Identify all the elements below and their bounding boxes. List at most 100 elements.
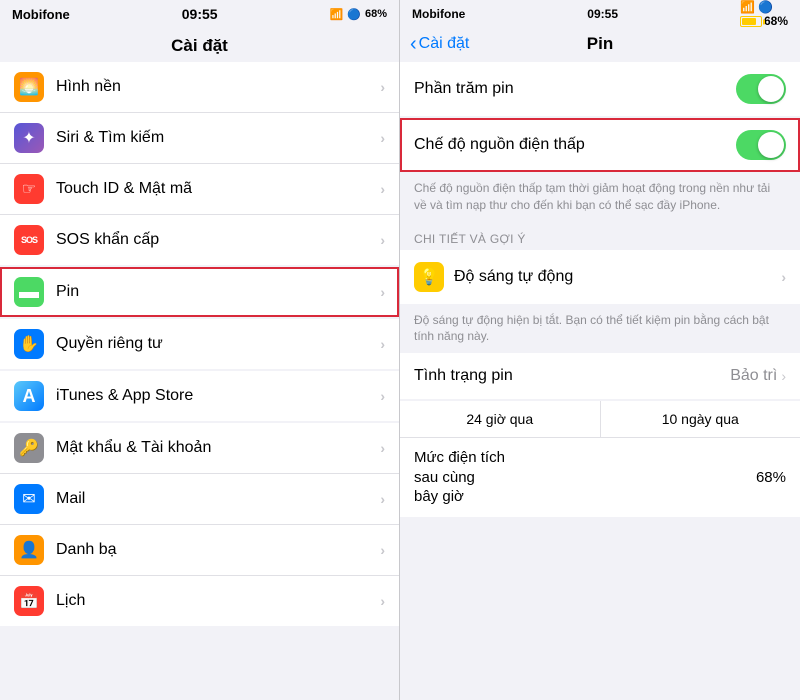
right-carrier: Mobifone — [412, 7, 465, 21]
quyen-label: Quyền riêng tư — [56, 335, 380, 353]
back-chevron-icon: ‹ — [410, 34, 417, 54]
danh-ba-icon: 👤 — [14, 535, 44, 565]
settings-item-mat-khau[interactable]: 🔑 Mật khẩu & Tài khoản › — [0, 423, 399, 474]
settings-item-quyen[interactable]: ✋ Quyền riêng tư › — [0, 319, 399, 369]
siri-chevron: › — [380, 130, 385, 146]
settings-group-1: 🌅 Hình nền › ✦ Siri & Tìm kiếm › ☞ Touch… — [0, 62, 399, 265]
mat-khau-icon: 🔑 — [14, 433, 44, 463]
left-status-bar: Mobifone 09:55 📶 🔵 68% — [0, 0, 399, 28]
battery-level-line1: Mức điện tích — [414, 449, 505, 466]
settings-item-lich[interactable]: 📅 Lịch › — [0, 576, 399, 626]
mail-chevron: › — [380, 491, 385, 507]
itunes-chevron: › — [380, 388, 385, 404]
pin-chevron: › — [380, 284, 385, 300]
right-battery-text: 68% — [740, 14, 788, 28]
right-time: 09:55 — [587, 7, 618, 21]
sos-icon: SOS — [14, 225, 44, 255]
hinh-nen-chevron: › — [380, 79, 385, 95]
left-page-title: Cài đặt — [0, 28, 399, 62]
settings-item-siri[interactable]: ✦ Siri & Tìm kiếm › — [0, 113, 399, 164]
settings-item-danh-ba[interactable]: 👤 Danh bạ › — [0, 525, 399, 576]
quyen-chevron: › — [380, 336, 385, 352]
lich-icon: 📅 — [14, 586, 44, 616]
left-indicators: 📶 🔵 68% — [330, 8, 387, 21]
tab-10days[interactable]: 10 ngày qua — [601, 401, 800, 437]
chi-tiet-section-header: CHI TIẾT VÀ GỢI Ý — [400, 222, 800, 250]
left-time: 09:55 — [182, 6, 218, 22]
settings-item-touch-id[interactable]: ☞ Touch ID & Mật mã › — [0, 164, 399, 215]
touch-id-icon: ☞ — [14, 174, 44, 204]
right-panel: Mobifone 09:55 📶 🔵 68% ‹ Cài đặt Pin Phầ… — [400, 0, 800, 700]
phan-tram-pin-toggle-knob — [758, 76, 784, 102]
itunes-icon: A — [14, 381, 44, 411]
right-indicators: 📶 🔵 68% — [740, 0, 788, 28]
settings-item-sos[interactable]: SOS SOS khẩn cấp › — [0, 215, 399, 265]
settings-item-hinh-nen[interactable]: 🌅 Hình nền › — [0, 62, 399, 113]
battery-level-label: Mức điện tích sau cùng bây giờ — [414, 448, 505, 507]
lich-label: Lịch — [56, 592, 380, 610]
settings-list: 🌅 Hình nền › ✦ Siri & Tìm kiếm › ☞ Touch… — [0, 62, 399, 700]
tab-24h[interactable]: 24 giờ qua — [400, 401, 601, 437]
danh-ba-chevron: › — [380, 542, 385, 558]
battery-level-row: Mức điện tích sau cùng bây giờ 68% — [400, 438, 800, 517]
settings-group-2: ▬ Pin › — [0, 267, 399, 317]
che-do-nguon-item: Chế độ nguồn điện thấp — [400, 118, 800, 172]
tinh-trang-value: Bảo trì — [730, 367, 777, 385]
battery-icon — [740, 14, 762, 28]
itunes-label: iTunes & App Store — [56, 387, 380, 405]
phan-tram-pin-section: Phần trăm pin — [400, 62, 800, 116]
right-status-bar: Mobifone 09:55 📶 🔵 68% — [400, 0, 800, 28]
back-button[interactable]: ‹ Cài đặt — [410, 34, 469, 54]
tinh-trang-section: Tình trạng pin Bảo trì › — [400, 353, 800, 399]
siri-icon: ✦ — [14, 123, 44, 153]
settings-item-mail[interactable]: ✉ Mail › — [0, 474, 399, 525]
do-sang-label: Độ sáng tự động — [454, 268, 781, 286]
settings-item-pin[interactable]: ▬ Pin › — [0, 267, 399, 317]
quyen-icon: ✋ — [14, 329, 44, 359]
battery-level-value: 68% — [756, 469, 786, 486]
battery-level-line2: sau cùng — [414, 469, 475, 486]
left-carrier: Mobifone — [12, 7, 70, 22]
battery-text: 68% — [365, 8, 387, 20]
tinh-trang-item[interactable]: Tình trạng pin Bảo trì › — [400, 353, 800, 399]
left-panel: Mobifone 09:55 📶 🔵 68% Cài đặt 🌅 Hình nề… — [0, 0, 400, 700]
lich-chevron: › — [380, 593, 385, 609]
touch-id-chevron: › — [380, 181, 385, 197]
do-sang-item[interactable]: 💡 Độ sáng tự động › — [400, 250, 800, 304]
right-wifi-icon: 🔵 — [758, 0, 773, 14]
tinh-trang-chevron: › — [781, 368, 786, 384]
do-sang-chevron: › — [781, 269, 786, 285]
mail-icon: ✉ — [14, 484, 44, 514]
signal-icon: 📶 — [330, 8, 344, 21]
do-sang-section: 💡 Độ sáng tự động › — [400, 250, 800, 304]
battery-level-line3: bây giờ — [414, 488, 464, 505]
phan-tram-pin-toggle[interactable] — [736, 74, 786, 104]
phan-tram-pin-label: Phần trăm pin — [414, 80, 736, 98]
hinh-nen-label: Hình nền — [56, 78, 380, 96]
che-do-nguon-label: Chế độ nguồn điện thấp — [414, 136, 736, 154]
hinh-nen-icon: 🌅 — [14, 72, 44, 102]
do-sang-description: Độ sáng tự động hiện bị tắt. Bạn có thể … — [400, 306, 800, 354]
sos-label: SOS khẩn cấp — [56, 231, 380, 249]
settings-item-itunes[interactable]: A iTunes & App Store › — [0, 371, 399, 421]
right-page-title: Pin — [587, 34, 613, 54]
che-do-nguon-toggle-knob — [758, 132, 784, 158]
mat-khau-chevron: › — [380, 440, 385, 456]
settings-group-5: 🔑 Mật khẩu & Tài khoản › ✉ Mail › 👤 Danh… — [0, 423, 399, 626]
che-do-nguon-section: Chế độ nguồn điện thấp — [400, 118, 800, 172]
mail-label: Mail — [56, 490, 380, 508]
danh-ba-label: Danh bạ — [56, 541, 380, 559]
siri-label: Siri & Tìm kiếm — [56, 129, 380, 147]
phan-tram-pin-item: Phần trăm pin — [400, 62, 800, 116]
settings-group-3: ✋ Quyền riêng tư › — [0, 319, 399, 369]
right-header: ‹ Cài đặt Pin — [400, 28, 800, 62]
settings-group-4: A iTunes & App Store › — [0, 371, 399, 421]
che-do-nguon-toggle[interactable] — [736, 130, 786, 160]
tab-section: 24 giờ qua 10 ngày qua Mức điện tích sau… — [400, 401, 800, 517]
che-do-nguon-description: Chế độ nguồn điện thấp tạm thời giảm hoạ… — [400, 174, 800, 222]
mat-khau-label: Mật khẩu & Tài khoản — [56, 439, 380, 457]
sos-chevron: › — [380, 232, 385, 248]
tab-buttons: 24 giờ qua 10 ngày qua — [400, 401, 800, 438]
pin-label: Pin — [56, 283, 380, 301]
wifi-icon: 🔵 — [347, 8, 361, 21]
